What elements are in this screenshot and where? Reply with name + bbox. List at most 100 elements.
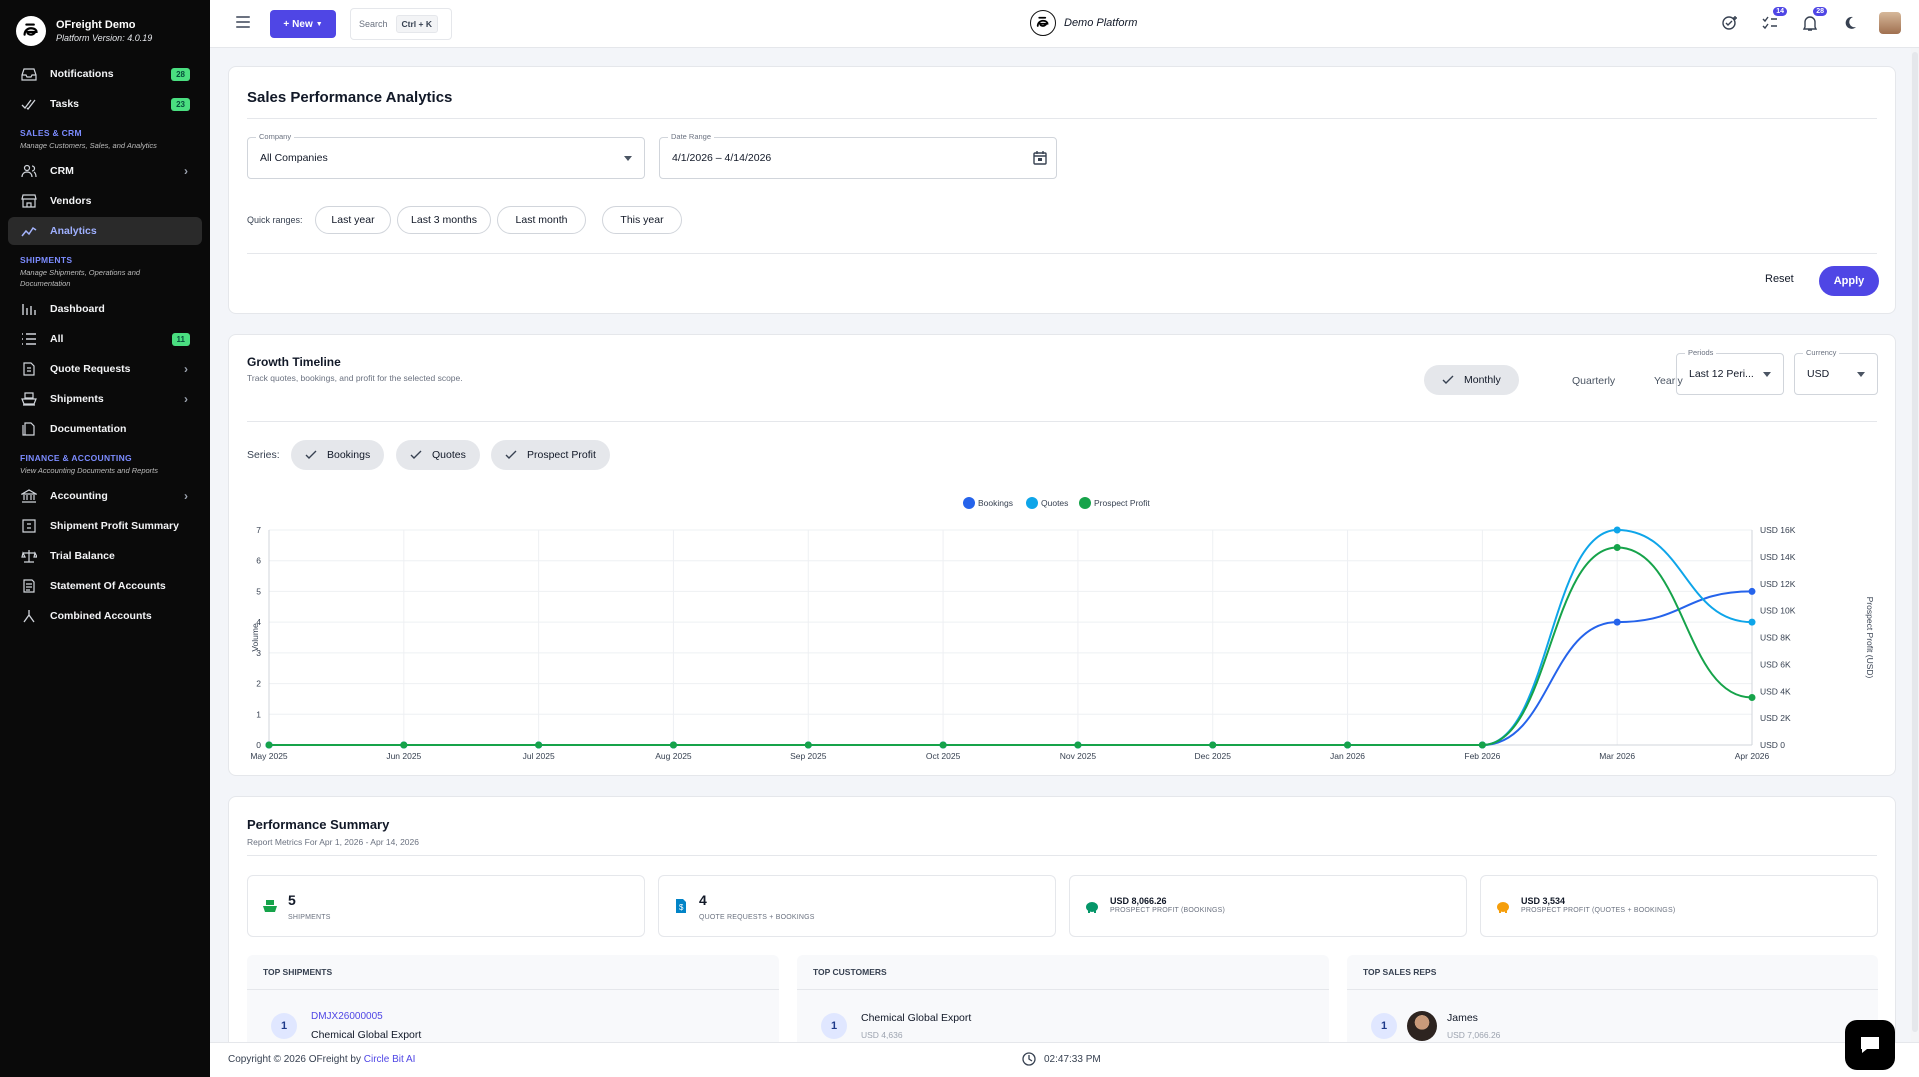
- sidebar-item-label: Vendors: [50, 195, 92, 207]
- sidebar-item-statement-of-accounts[interactable]: Statement Of Accounts: [8, 572, 202, 600]
- sidebar-item-tasks[interactable]: Tasks 23: [8, 90, 202, 118]
- company-label: Company: [256, 132, 295, 141]
- sidebar-item-notifications[interactable]: Notifications 28: [8, 60, 202, 88]
- sidebar-item-quote-requests[interactable]: Quote Requests ›: [8, 355, 202, 383]
- y2-tick-label: USD 16K: [1760, 525, 1796, 535]
- app-version: Platform Version: 4.0.19: [56, 33, 153, 43]
- sidebar-item-dashboard[interactable]: Dashboard: [8, 295, 202, 323]
- summary-title: Performance Summary: [247, 817, 390, 832]
- quick-range-this-year[interactable]: This year: [602, 206, 682, 234]
- series-chip-label: Bookings: [327, 449, 371, 461]
- top-actions: 14 28: [1719, 7, 1901, 34]
- data-point: [1074, 741, 1082, 749]
- check-icon: [305, 450, 317, 459]
- sidebar-item-analytics[interactable]: Analytics: [8, 217, 202, 245]
- data-point: [1478, 741, 1486, 749]
- x-tick-label: Jan 2026: [1330, 751, 1365, 761]
- x-tick-label: Sep 2025: [790, 751, 827, 761]
- user-avatar[interactable]: [1879, 12, 1901, 34]
- sidebar-item-documentation[interactable]: Documentation: [8, 415, 202, 443]
- sidebar-item-vendors[interactable]: Vendors: [8, 187, 202, 215]
- stat-label: PROSPECT PROFIT (BOOKINGS): [1110, 907, 1226, 914]
- chevron-right-icon: ›: [184, 362, 188, 376]
- bank-icon: [20, 489, 38, 503]
- new-button-label: New: [292, 18, 313, 30]
- sidebar-item-accounting[interactable]: Accounting ›: [8, 482, 202, 510]
- sidebar-item-label: Accounting: [50, 490, 108, 502]
- sidebar-item-label: Dashboard: [50, 303, 105, 315]
- quick-range-last-month[interactable]: Last month: [497, 206, 586, 234]
- quick-range-last-3-months[interactable]: Last 3 months: [397, 206, 491, 234]
- sidebar-item-all[interactable]: All 11: [8, 325, 202, 353]
- divider: [247, 253, 1877, 254]
- x-tick-label: May 2025: [250, 751, 288, 761]
- top-shipment-customer: Chemical Global Export: [311, 1029, 422, 1041]
- check-circle-add-icon[interactable]: [1719, 12, 1741, 34]
- company-select[interactable]: Company All Companies: [247, 132, 645, 179]
- company-link[interactable]: Circle Bit AI: [364, 1054, 416, 1065]
- notifications-top-badge: 28: [1813, 7, 1827, 16]
- platform-logo-icon: [1030, 10, 1056, 36]
- y2-tick-label: USD 10K: [1760, 606, 1796, 616]
- sidebar-item-shipment-profit-summary[interactable]: Shipment Profit Summary: [8, 512, 202, 540]
- currency-label: Currency: [1803, 348, 1840, 357]
- currency-select[interactable]: Currency USD: [1794, 348, 1878, 395]
- legend-marker: [1026, 497, 1038, 509]
- list-icon: [20, 332, 38, 346]
- growth-title: Growth Timeline: [247, 355, 341, 369]
- sidebar-item-label: Tasks: [50, 98, 79, 110]
- y-axis-label: Volume: [250, 623, 260, 652]
- chevron-right-icon: ›: [184, 392, 188, 406]
- chevron-right-icon: ›: [184, 164, 188, 178]
- sidebar-item-label: Analytics: [50, 225, 97, 237]
- y-tick-label: 0: [256, 740, 261, 750]
- caret-down-icon: ▼: [315, 20, 323, 28]
- granularity-monthly[interactable]: Monthly: [1424, 365, 1519, 395]
- reset-button[interactable]: Reset: [1765, 273, 1794, 285]
- series-chip-quotes[interactable]: Quotes: [396, 440, 480, 470]
- search-input[interactable]: Search Ctrl + K: [350, 8, 452, 40]
- top-shipments-title: TOP SHIPMENTS: [263, 967, 333, 977]
- chat-icon: [1861, 1037, 1879, 1053]
- theme-toggle-icon[interactable]: [1839, 12, 1861, 34]
- x-tick-label: Apr 2026: [1735, 751, 1770, 761]
- date-range-field[interactable]: Date Range 4/1/2026 – 4/14/2026: [659, 132, 1057, 179]
- sidebar-item-combined-accounts[interactable]: Combined Accounts: [8, 602, 202, 630]
- data-point: [1344, 741, 1352, 749]
- calendar-icon[interactable]: [1032, 150, 1048, 166]
- check-double-icon: [20, 97, 38, 111]
- stat-label: PROSPECT PROFIT (QUOTES + BOOKINGS): [1521, 907, 1676, 914]
- page-title: Sales Performance Analytics: [247, 89, 453, 106]
- tasks-icon[interactable]: 14: [1759, 7, 1787, 34]
- page-scrollbar[interactable]: [1911, 48, 1919, 1042]
- stat-value: 4: [699, 892, 707, 908]
- quick-range-last-year[interactable]: Last year: [315, 206, 391, 234]
- sidebar-item-shipments[interactable]: Shipments ›: [8, 385, 202, 413]
- y2-tick-label: USD 6K: [1760, 659, 1791, 669]
- all-count-badge: 11: [171, 332, 190, 346]
- scrollbar-thumb[interactable]: [1912, 52, 1918, 1032]
- series-chip-prospect-profit[interactable]: Prospect Profit: [491, 440, 610, 470]
- granularity-quarterly[interactable]: Quarterly: [1572, 375, 1615, 387]
- sales-rep-avatar: [1407, 1011, 1437, 1041]
- top-shipment-link[interactable]: DMJX26000005: [311, 1011, 383, 1022]
- series-chip-bookings[interactable]: Bookings: [291, 440, 385, 470]
- sidebar-item-label: Shipments: [50, 393, 104, 405]
- caret-down-icon: [624, 156, 632, 161]
- brand[interactable]: OFreight Demo Platform Version: 4.0.19: [0, 0, 210, 56]
- check-icon: [505, 450, 517, 459]
- periods-select[interactable]: Periods Last 12 Peri...: [1676, 348, 1784, 395]
- top-sales-rep-amount: USD 7,066.26: [1447, 1030, 1501, 1040]
- sidebar-item-trial-balance[interactable]: Trial Balance: [8, 542, 202, 570]
- series-line: [269, 528, 1753, 746]
- quote-icon: [20, 362, 38, 376]
- new-button[interactable]: + New ▼: [270, 10, 336, 38]
- trend-icon: [20, 224, 38, 238]
- hamburger-menu-icon[interactable]: [236, 16, 250, 28]
- caret-down-icon: [1857, 372, 1865, 377]
- bell-icon[interactable]: 28: [1799, 7, 1827, 34]
- growth-subtitle: Track quotes, bookings, and profit for t…: [247, 373, 463, 383]
- apply-button[interactable]: Apply: [1819, 266, 1879, 296]
- chat-button[interactable]: [1845, 1020, 1895, 1070]
- sidebar-item-crm[interactable]: CRM ›: [8, 157, 202, 185]
